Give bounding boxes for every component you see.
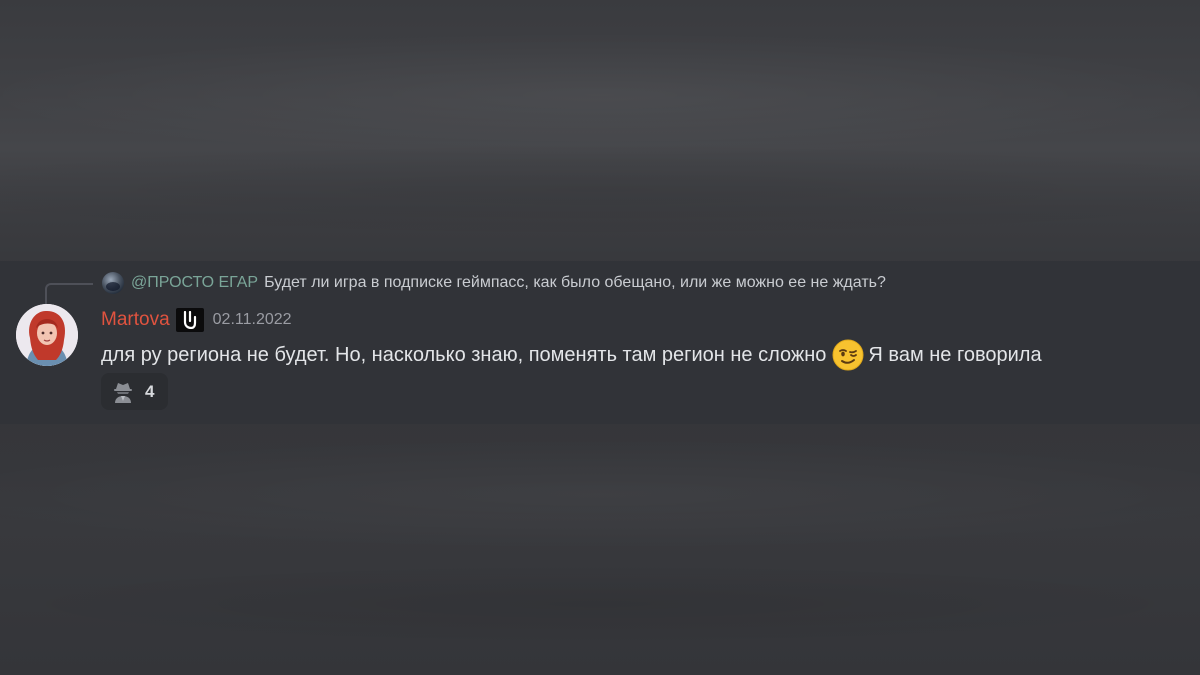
message-text-part-2: Я вам не говорила bbox=[868, 344, 1042, 366]
background-top bbox=[0, 0, 1200, 260]
message-text-part-1: для ру региона не будет. Но, насколько з… bbox=[101, 344, 827, 366]
reply-text[interactable]: Будет ли игра в подписке геймпасс, как б… bbox=[264, 274, 886, 291]
reply-mention[interactable]: @ПРОСТО ЕГАР bbox=[131, 274, 258, 291]
message-timestamp: 02.11.2022 bbox=[212, 311, 292, 328]
message-body: для ру региона не будет. Но, насколько з… bbox=[101, 339, 1042, 371]
reply-connector-line bbox=[45, 283, 93, 305]
winking-face-icon[interactable] bbox=[832, 339, 864, 371]
reaction-count: 4 bbox=[145, 381, 155, 401]
vgtimes-logo-icon[interactable] bbox=[175, 308, 204, 332]
reaction-button[interactable]: 4 bbox=[101, 373, 168, 410]
reply-preview[interactable]: @ПРОСТО ЕГАР Будет ли игра в подписке гей… bbox=[131, 273, 886, 293]
spy-icon bbox=[111, 380, 135, 404]
avatar[interactable] bbox=[16, 304, 78, 366]
author-name[interactable]: Martova bbox=[101, 309, 170, 331]
background-bottom bbox=[0, 424, 1200, 675]
message-header: Martova 02.11.2022 bbox=[101, 307, 292, 333]
reply-author-avatar[interactable] bbox=[102, 272, 124, 294]
